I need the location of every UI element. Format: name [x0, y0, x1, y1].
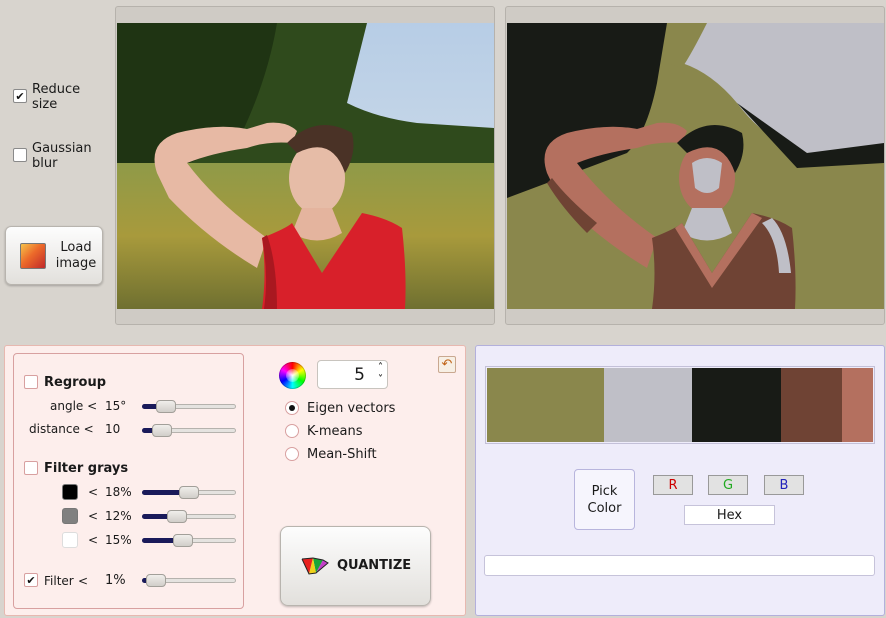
palette-bar	[485, 366, 875, 444]
mean-shift-label: Mean-Shift	[307, 447, 377, 462]
color-count-spinbox[interactable]: 5 ˄ ˅	[317, 360, 388, 389]
angle-value: 15°	[105, 399, 127, 413]
red-channel-field[interactable]: R	[653, 475, 693, 495]
palette-swatch-5[interactable]	[842, 368, 873, 442]
color-wheel-icon	[279, 362, 306, 389]
blue-channel-label: B	[779, 477, 789, 493]
color-count-value: 5	[354, 365, 365, 385]
white-slider[interactable]	[142, 534, 236, 547]
black-swatch[interactable]	[62, 484, 78, 500]
pick-color-button[interactable]: Pick Color	[574, 469, 635, 530]
blue-channel-field[interactable]: B	[764, 475, 804, 495]
filter-grays-checkbox[interactable]	[24, 461, 38, 475]
distance-label: distance <	[29, 422, 94, 436]
load-image-button[interactable]: Load image	[5, 226, 103, 285]
red-channel-label: R	[668, 477, 678, 493]
reduce-size-checkbox[interactable]: ✔	[13, 89, 27, 103]
reduce-size-label: Reduce size	[32, 82, 81, 112]
filter-label: Filter	[44, 574, 74, 588]
original-image	[117, 23, 494, 309]
regroup-label: Regroup	[44, 375, 107, 390]
quantize-label: QUANTIZE	[337, 558, 412, 573]
gray-value: 12%	[105, 509, 132, 523]
gray-slider[interactable]	[142, 510, 236, 523]
k-means-radio[interactable]	[285, 424, 299, 438]
filter-value: 1%	[105, 573, 126, 588]
distance-slider-thumb[interactable]	[152, 424, 172, 437]
black-op: <	[88, 485, 99, 499]
filter-op: <	[78, 574, 89, 588]
filter-slider[interactable]	[142, 574, 236, 587]
gray-slider-thumb[interactable]	[167, 510, 187, 523]
palette-swatch-4[interactable]	[780, 368, 843, 442]
undo-icon[interactable]: ↶	[438, 356, 456, 373]
palette-swatch-1[interactable]	[487, 368, 605, 442]
quantize-icon	[301, 557, 329, 575]
gaussian-blur-label: Gaussian blur	[32, 141, 92, 171]
quantized-image-frame	[505, 6, 885, 325]
white-slider-thumb[interactable]	[173, 534, 193, 547]
distance-slider[interactable]	[142, 424, 236, 437]
quantize-button[interactable]: QUANTIZE	[280, 526, 431, 606]
pick-color-label: Pick Color	[587, 483, 622, 516]
spin-up-icon[interactable]: ˄	[378, 362, 383, 373]
hex-field-label: Hex	[716, 507, 743, 523]
angle-slider[interactable]	[142, 400, 236, 413]
hex-field[interactable]: Hex	[684, 505, 775, 525]
mean-shift-radio[interactable]	[285, 447, 299, 461]
status-field[interactable]	[484, 555, 875, 576]
green-channel-field[interactable]: G	[708, 475, 748, 495]
angle-slider-thumb[interactable]	[156, 400, 176, 413]
gray-op: <	[88, 509, 99, 523]
green-channel-label: G	[722, 477, 734, 493]
regroup-checkbox[interactable]	[24, 375, 38, 389]
gaussian-blur-checkbox[interactable]	[13, 148, 27, 162]
filters-group	[13, 353, 244, 609]
load-image-label: Load image	[55, 240, 97, 271]
black-value: 18%	[105, 485, 132, 499]
angle-label: angle <	[50, 399, 98, 413]
palette-swatch-3[interactable]	[692, 368, 781, 442]
gray-swatch[interactable]	[62, 508, 78, 524]
black-slider-thumb[interactable]	[179, 486, 199, 499]
distance-value: 10	[105, 422, 121, 436]
image-icon	[20, 243, 46, 269]
filter-slider-thumb[interactable]	[146, 574, 166, 587]
black-slider[interactable]	[142, 486, 236, 499]
original-image-frame	[115, 6, 495, 325]
white-op: <	[88, 533, 99, 547]
eigen-vectors-radio[interactable]	[285, 401, 299, 415]
k-means-label: K-means	[307, 424, 363, 439]
white-swatch[interactable]	[62, 532, 78, 548]
quantized-image	[507, 23, 884, 309]
filter-checkbox[interactable]: ✔	[24, 573, 38, 587]
palette-swatch-2[interactable]	[604, 368, 693, 442]
white-value: 15%	[105, 533, 132, 547]
filter-grays-label: Filter grays	[44, 461, 129, 476]
eigen-vectors-label: Eigen vectors	[307, 401, 396, 416]
spin-down-icon[interactable]: ˅	[378, 374, 383, 385]
